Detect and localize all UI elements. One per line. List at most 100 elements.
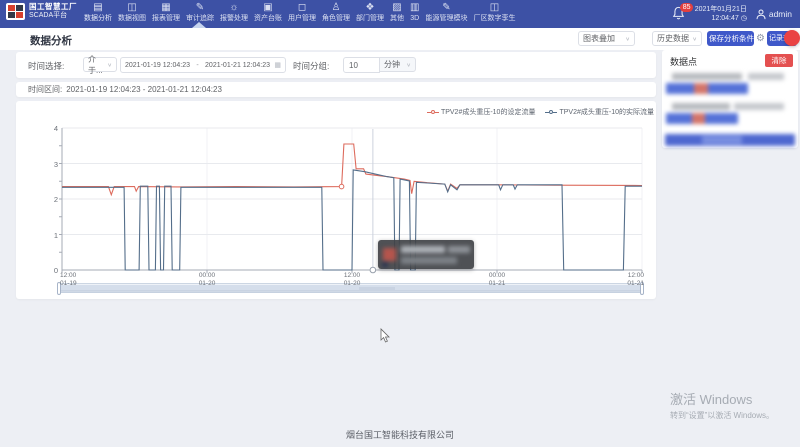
chevron-down-icon: ∨ xyxy=(107,61,112,67)
alarm-count-badge: 85 xyxy=(680,3,694,12)
watermark-line2: 转到“设置”以激活 Windows。 xyxy=(670,410,774,421)
app-logo: 国工智慧工厂 SCADA平台 xyxy=(6,3,77,20)
chevron-down-icon: ∨ xyxy=(692,35,697,41)
nav-item-energy[interactable]: ✎能源管理模块 xyxy=(425,2,467,23)
user-icon xyxy=(756,9,766,20)
line-chart[interactable] xyxy=(16,101,656,299)
nav-item-dept[interactable]: ❖部门管理 xyxy=(356,2,384,23)
threed-icon: ▥ xyxy=(410,2,419,13)
nav-item-view[interactable]: ◫数据视图 xyxy=(118,2,146,23)
user-menu[interactable]: admin xyxy=(756,9,792,20)
nav-item-plant[interactable]: ◫厂区数字孪生 xyxy=(473,2,515,23)
nav-item-role[interactable]: ♙角色管理 xyxy=(322,2,350,23)
analysis-icon: ▤ xyxy=(93,2,102,13)
nav-item-label: 3D xyxy=(410,14,419,23)
current-date: 2021年01月21日 xyxy=(695,5,747,14)
asset-icon: ▣ xyxy=(263,2,272,13)
username: admin xyxy=(769,9,792,19)
plant-icon: ◫ xyxy=(490,2,499,13)
time-operator-select[interactable]: 介于... ∨ xyxy=(83,57,117,72)
y-axis-tick-label: 2 xyxy=(38,195,58,204)
hover-point-marker xyxy=(339,184,344,189)
nav-item-analysis[interactable]: ▤数据分析 xyxy=(84,2,112,23)
toolbar: 数据分析 图表叠加 ∨ 历史数据 ∨ 保存分析条件 ⚙ 记录查看 xyxy=(0,28,800,50)
nav-item-threed[interactable]: ▥3D xyxy=(410,2,419,23)
nav-item-user[interactable]: ◻用户管理 xyxy=(288,2,316,23)
role-icon: ♙ xyxy=(332,2,341,13)
logo-title: 国工智慧工厂 xyxy=(29,3,77,12)
date-to-value: 2021-01-21 12:04:23 xyxy=(205,62,270,69)
range-separator: - xyxy=(194,62,200,69)
chevron-down-icon: ∨ xyxy=(406,61,411,67)
x-axis-tick-label: 12:0001-20 xyxy=(322,272,382,288)
nav-item-label: 资产台账 xyxy=(254,14,282,23)
interval-label: 时间区间: xyxy=(28,84,62,95)
data-point-item[interactable] xyxy=(672,103,730,110)
nav-menu: ▤数据分析◫数据视图▦报表管理✎审计追踪☼报警处理▣资产台账◻用户管理♙角色管理… xyxy=(84,2,515,23)
nav-item-other[interactable]: ▨其他 xyxy=(390,2,404,23)
x-axis-tick-label: 00:0001-20 xyxy=(177,272,237,288)
nav-item-alarm[interactable]: ☼报警处理 xyxy=(220,2,248,23)
y-axis-tick-label: 3 xyxy=(38,160,58,169)
nav-item-label: 报警处理 xyxy=(220,14,248,23)
nav-item-label: 用户管理 xyxy=(288,14,316,23)
nav-item-label: 数据分析 xyxy=(84,14,112,23)
nav-item-label: 部门管理 xyxy=(356,14,384,23)
nav-item-label: 数据视图 xyxy=(118,14,146,23)
filter-bar: 时间选择: 介于... ∨ 2021-01-19 12:04:23 - 2021… xyxy=(16,52,656,78)
data-source-select[interactable]: 历史数据 ∨ xyxy=(652,31,702,46)
nav-item-audit[interactable]: ✎审计追踪 xyxy=(186,2,214,23)
top-navbar: 国工智慧工厂 SCADA平台 ▤数据分析◫数据视图▦报表管理✎审计追踪☼报警处理… xyxy=(0,0,800,28)
nav-item-label: 其他 xyxy=(390,14,404,23)
gear-icon[interactable]: ⚙ xyxy=(756,31,765,46)
x-axis-tick-label: 12:0001-21 xyxy=(584,272,644,288)
tooltip-redacted-content xyxy=(378,240,474,269)
group-value-input[interactable]: 10 xyxy=(343,57,380,73)
nav-item-label: 厂区数字孪生 xyxy=(473,14,515,23)
clock-icon: ◷ xyxy=(741,15,747,22)
chart-mode-value: 图表叠加 xyxy=(583,33,615,44)
footer-collapse-caret[interactable]: ˆ xyxy=(396,437,412,447)
nav-item-asset[interactable]: ▣资产台账 xyxy=(254,2,282,23)
chevron-down-icon: ∨ xyxy=(625,35,630,41)
y-axis-tick-label: 4 xyxy=(38,124,58,133)
chart-mode-select[interactable]: 图表叠加 ∨ xyxy=(578,31,635,46)
user-icon: ◻ xyxy=(298,2,306,13)
current-time: 12:04:47 xyxy=(712,15,739,22)
nav-item-report[interactable]: ▦报表管理 xyxy=(152,2,180,23)
y-axis-tick-label: 1 xyxy=(38,231,58,240)
y-axis-tick-label: 0 xyxy=(38,266,58,275)
time-select-label: 时间选择: xyxy=(28,60,64,72)
dept-icon: ❖ xyxy=(366,2,375,13)
group-unit-value: 分钟 xyxy=(384,59,400,70)
windows-activation-watermark: 激活 Windows 转到“设置”以激活 Windows。 xyxy=(670,389,774,421)
audit-icon: ✎ xyxy=(196,2,204,13)
nav-indicator-notch xyxy=(192,22,206,28)
data-source-value: 历史数据 xyxy=(657,33,689,44)
notifications-bell[interactable]: 85 xyxy=(672,6,686,22)
app-root: 国工智慧工厂 SCADA平台 ▤数据分析◫数据视图▦报表管理✎审计追踪☼报警处理… xyxy=(0,0,800,447)
group-value: 10 xyxy=(349,61,358,70)
time-operator-value: 介于... xyxy=(88,54,107,76)
time-interval-bar: 时间区间: 2021-01-19 12:04:23 - 2021-01-21 1… xyxy=(16,82,656,97)
group-unit-select[interactable]: 分钟 ∨ xyxy=(379,57,416,72)
other-icon: ▨ xyxy=(392,2,401,13)
energy-icon: ✎ xyxy=(442,2,450,13)
group-label: 时间分组: xyxy=(293,60,329,72)
data-point-item[interactable] xyxy=(672,73,742,80)
logo-subtitle: SCADA平台 xyxy=(29,12,77,20)
x-axis-tick-label: 00:0001-21 xyxy=(467,272,527,288)
nav-item-label: 能源管理模块 xyxy=(425,14,467,23)
x-axis-tick-label: 12:0001-19 xyxy=(60,272,120,288)
page-title: 数据分析 xyxy=(30,33,72,48)
alarm-icon: ☼ xyxy=(229,2,238,13)
date-range-input[interactable]: 2021-01-19 12:04:23 - 2021-01-21 12:04:2… xyxy=(120,57,286,73)
report-icon: ▦ xyxy=(161,2,170,13)
save-analysis-button[interactable]: 保存分析条件 xyxy=(707,31,754,46)
mouse-cursor xyxy=(380,328,391,343)
logo-icon xyxy=(6,3,25,20)
chart-card: TPV2#成头重压-10的设定流量TPV2#成头重压-10的实际流量 xyxy=(16,101,656,299)
notification-badge[interactable] xyxy=(784,30,800,46)
panel-redacted-content xyxy=(662,50,798,148)
view-icon: ◫ xyxy=(127,2,136,13)
